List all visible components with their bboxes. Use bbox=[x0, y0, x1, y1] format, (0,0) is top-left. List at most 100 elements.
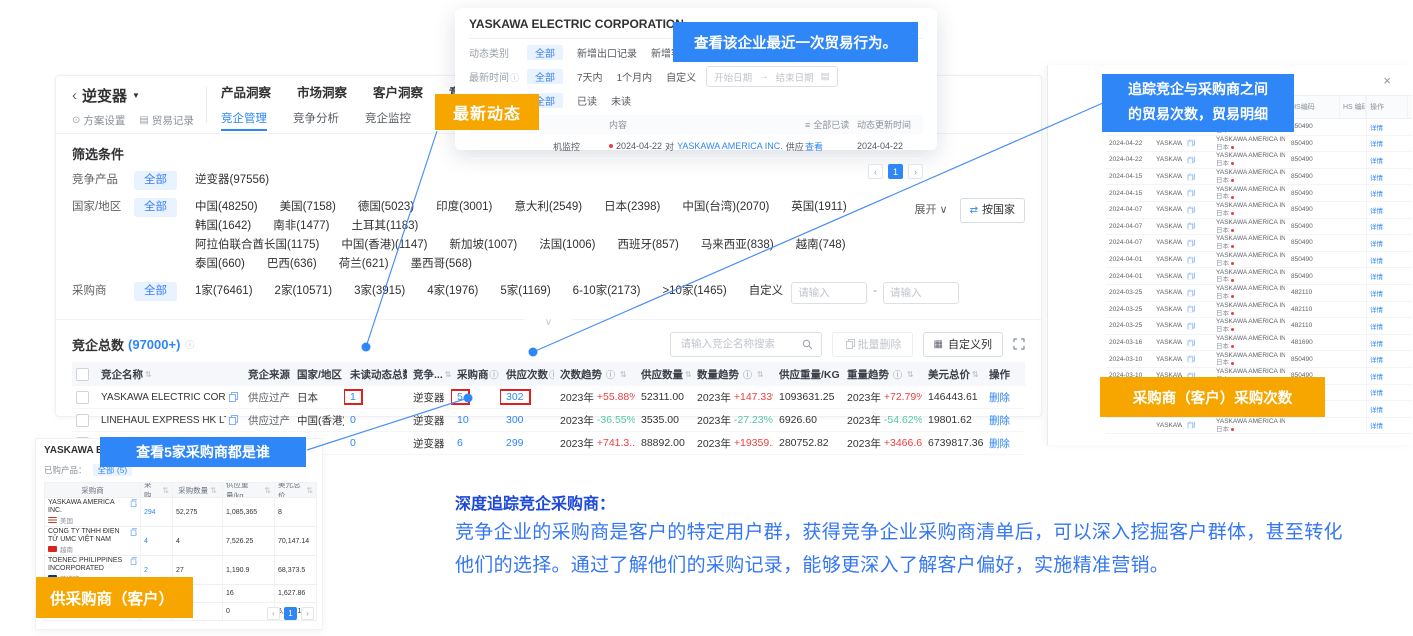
detail-link[interactable]: 详情 bbox=[1370, 221, 1383, 231]
company-link[interactable]: YASKAWA AMERICA INC. bbox=[677, 141, 783, 151]
detail-link[interactable]: 详情 bbox=[1370, 155, 1383, 165]
sort-icon[interactable]: ⇅ bbox=[162, 486, 169, 495]
page-title[interactable]: 逆变器 bbox=[82, 85, 127, 106]
buyer-count-option[interactable]: 3家(3915) bbox=[354, 282, 405, 301]
detail-link[interactable]: 详情 bbox=[1370, 371, 1383, 381]
row-checkbox[interactable] bbox=[76, 391, 89, 404]
trade-buyer[interactable]: YASKAWA AMERICA INC. 日本 bbox=[1213, 152, 1288, 168]
country-option[interactable]: 韩国(1642) bbox=[195, 217, 251, 236]
copy-icon[interactable] bbox=[131, 558, 137, 564]
country-option[interactable]: 中国(香港)(1147) bbox=[341, 236, 427, 255]
custom-max-input[interactable] bbox=[883, 282, 959, 304]
country-option[interactable]: 巴西(636) bbox=[267, 255, 317, 274]
date-range-picker[interactable]: 开始日期 → 结束日期 ▤ bbox=[706, 66, 838, 87]
detail-link[interactable]: 详情 bbox=[1370, 188, 1383, 198]
subtab[interactable]: 竞争分析 bbox=[293, 110, 339, 131]
copy-icon[interactable] bbox=[1187, 157, 1207, 163]
unread-count[interactable]: 0 bbox=[350, 437, 356, 449]
mark-all-read-button[interactable]: ≡全部已读 bbox=[805, 118, 857, 131]
trade-competitor[interactable]: YASKAWA ELECTRIC CORP... bbox=[1153, 256, 1213, 264]
all-tag[interactable]: 全部 bbox=[134, 171, 177, 190]
purchase-times[interactable]: 294 bbox=[144, 509, 169, 516]
search-box[interactable] bbox=[670, 332, 822, 357]
copy-icon[interactable] bbox=[1187, 256, 1207, 262]
delete-link[interactable]: 删除 bbox=[989, 436, 1010, 451]
filter-option[interactable]: 全部 bbox=[527, 45, 563, 60]
trade-competitor[interactable]: YASKAWA ELECTRIC CORP... bbox=[1153, 189, 1213, 197]
copy-icon[interactable] bbox=[229, 416, 236, 424]
sort-icon[interactable]: ⇅ bbox=[620, 370, 627, 379]
table-row[interactable]: LINEHAUL EXPRESS HK LTD 供应过产... 中国(香港) 0… bbox=[72, 409, 1025, 432]
sort-icon[interactable]: ⇅ bbox=[210, 486, 217, 495]
purchase-times[interactable]: 4 bbox=[144, 538, 169, 545]
detail-link[interactable]: 详情 bbox=[1370, 288, 1383, 298]
buyer-count-option[interactable]: 6-10家(2173) bbox=[573, 282, 641, 301]
by-country-button[interactable]: ⇄按国家 bbox=[960, 198, 1025, 223]
subtab[interactable]: 竞企管理 bbox=[221, 110, 267, 131]
info-icon[interactable]: ⓘ bbox=[893, 368, 902, 381]
filter-option[interactable]: 自定义 bbox=[666, 69, 696, 84]
custom-min-input[interactable] bbox=[791, 282, 867, 304]
trade-competitor[interactable]: YASKAWA ELECTRIC CORP... bbox=[1153, 272, 1213, 280]
subtab[interactable]: 竞企监控 bbox=[365, 110, 411, 131]
filter-option[interactable]: 新增出口记录 bbox=[577, 45, 637, 60]
detail-link[interactable]: 详情 bbox=[1370, 172, 1383, 182]
buyers-count[interactable]: 10 bbox=[457, 414, 469, 426]
unread-count[interactable]: 0 bbox=[350, 414, 356, 426]
detail-link[interactable]: 详情 bbox=[1370, 404, 1383, 414]
calendar-icon[interactable]: ▤ bbox=[821, 71, 830, 82]
view-link[interactable]: 查看 bbox=[805, 140, 823, 153]
detail-link[interactable]: 详情 bbox=[1370, 354, 1383, 364]
country-option[interactable]: 美国(7158) bbox=[280, 198, 336, 217]
copy-icon[interactable] bbox=[1187, 356, 1207, 362]
buyer-row[interactable]: CÔNG TY TNHH ĐIỆN TỬ UMC VIỆT NAM 越南 4 4… bbox=[45, 527, 317, 556]
trade-competitor[interactable]: YASKAWA ELECTRIC CORP... bbox=[1153, 355, 1213, 363]
buyer-count-option[interactable]: 5家(1169) bbox=[500, 282, 550, 301]
buyer-count-option[interactable]: >10家(1465) bbox=[662, 282, 726, 301]
country-option[interactable]: 阿拉伯联合酋长国(1175) bbox=[195, 236, 319, 255]
page-1-button[interactable]: 1 bbox=[284, 607, 297, 620]
tab[interactable]: 产品洞察 bbox=[221, 82, 271, 107]
filter-option[interactable]: 未读 bbox=[611, 93, 631, 108]
delete-link[interactable]: 删除 bbox=[989, 413, 1010, 428]
competitor-name[interactable]: YASKAWA ELECTRIC CORPORATIO bbox=[101, 392, 226, 403]
expand-toggle[interactable]: 展开 ∨ bbox=[914, 201, 947, 220]
trade-competitor[interactable]: YASKAWA ELECTRIC CORP... bbox=[1153, 322, 1213, 330]
copy-icon[interactable] bbox=[1187, 273, 1207, 279]
trade-buyer[interactable]: YASKAWA AMERICA INC. 日本 bbox=[1213, 351, 1288, 367]
detail-link[interactable]: 详情 bbox=[1370, 338, 1383, 348]
sort-icon[interactable]: ⇅ bbox=[145, 370, 152, 379]
custom-columns-button[interactable]: ▦自定义列 bbox=[923, 332, 1003, 357]
search-input[interactable] bbox=[679, 337, 796, 351]
info-icon[interactable]: ⓘ bbox=[743, 368, 752, 381]
buyer-count-option[interactable]: 4家(1976) bbox=[427, 282, 478, 301]
search-icon[interactable] bbox=[802, 339, 813, 350]
tab[interactable]: 客户洞察 bbox=[373, 82, 423, 107]
trade-buyer[interactable]: YASKAWA AMERICA INC. 日本 bbox=[1213, 302, 1288, 318]
trade-buyer[interactable]: YASKAWA AMERICA INC. 日本 bbox=[1213, 169, 1288, 185]
table-row[interactable]: YASKAWA ELECTRIC CORPORATIO 供应过产... 日本 1… bbox=[72, 386, 1025, 409]
country-option[interactable]: 英国(1911) bbox=[791, 198, 846, 217]
detail-link[interactable]: 详情 bbox=[1370, 205, 1383, 215]
copy-icon[interactable] bbox=[229, 393, 236, 401]
trade-competitor[interactable]: YASKAWA ELECTRIC CORP... bbox=[1153, 289, 1213, 297]
filter-option[interactable]: 全部 bbox=[527, 69, 563, 84]
country-option[interactable]: 德国(5023) bbox=[358, 198, 414, 217]
detail-link[interactable]: 详情 bbox=[1370, 122, 1383, 132]
trade-buyer[interactable]: YASKAWA AMERICA INC. 日本 bbox=[1213, 418, 1288, 434]
buyer-count-option[interactable]: 2家(10571) bbox=[275, 282, 333, 301]
copy-icon[interactable] bbox=[131, 500, 137, 506]
copy-icon[interactable] bbox=[1187, 190, 1207, 196]
detail-link[interactable]: 详情 bbox=[1370, 238, 1383, 248]
country-option[interactable]: 墨西哥(568) bbox=[411, 255, 472, 274]
trade-buyer[interactable]: YASKAWA AMERICA INC. 日本 bbox=[1213, 219, 1288, 235]
purchase-times[interactable]: 2 bbox=[144, 567, 169, 574]
detail-link[interactable]: 详情 bbox=[1370, 271, 1383, 281]
detail-link[interactable]: 详情 bbox=[1370, 321, 1383, 331]
supply-times[interactable]: 300 bbox=[506, 414, 524, 426]
country-option[interactable]: 新加坡(1007) bbox=[449, 236, 517, 255]
filter-option[interactable]: 1个月内 bbox=[617, 69, 653, 84]
caret-down-icon[interactable]: ▼ bbox=[132, 91, 140, 100]
copy-icon[interactable] bbox=[1187, 422, 1207, 428]
copy-icon[interactable] bbox=[1187, 323, 1207, 329]
